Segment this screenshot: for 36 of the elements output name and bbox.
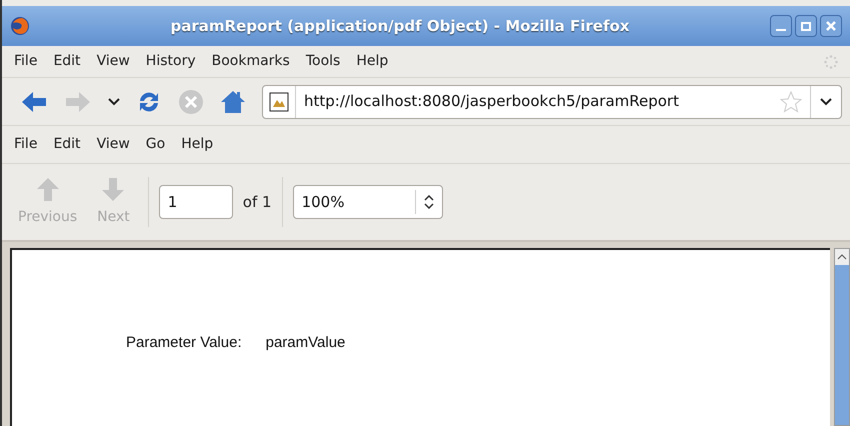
history-dropdown-icon[interactable] — [108, 98, 120, 106]
menu-item[interactable]: Help — [181, 134, 214, 155]
close-x-icon — [826, 21, 836, 31]
menu-item[interactable]: Bookmarks — [212, 51, 290, 72]
firefox-logo-icon — [10, 16, 30, 36]
menu-item[interactable]: History — [146, 51, 196, 72]
page-image-icon — [269, 92, 289, 112]
parameter-value: paramValue — [266, 333, 346, 353]
up-arrow-icon — [36, 176, 60, 202]
minimize-button[interactable] — [770, 15, 792, 37]
window-title: paramReport (application/pdf Object) - Mozilla Firefox — [170, 16, 630, 37]
url-bar[interactable]: http://localhost:8080/jasperbookch5/paramReport — [262, 84, 842, 118]
close-button[interactable] — [820, 15, 842, 37]
zoom-select[interactable]: 100% — [292, 185, 443, 219]
page-count-label: of 1 — [242, 192, 272, 213]
bookmark-star-icon[interactable] — [780, 90, 802, 112]
menu-item[interactable]: Tools — [306, 51, 340, 72]
url-text: http://localhost:8080/jasperbookch5/paramReport — [303, 91, 680, 112]
maximize-button[interactable] — [795, 15, 817, 37]
parameter-label: Parameter Value: — [126, 333, 242, 353]
menu-item[interactable]: Go — [146, 134, 166, 155]
menu-item[interactable]: View — [96, 134, 130, 155]
menu-item[interactable]: File — [14, 134, 38, 155]
menu-item[interactable]: Help — [356, 51, 388, 72]
loading-throbber-icon — [824, 54, 838, 68]
menu-item[interactable]: Edit — [53, 51, 81, 72]
spinner-arrows-icon — [424, 195, 434, 209]
home-icon[interactable] — [220, 88, 246, 114]
back-arrow-icon[interactable] — [20, 90, 48, 114]
caret-icon — [820, 98, 832, 106]
vertical-scrollbar[interactable] — [834, 248, 850, 426]
menu-item[interactable]: Edit — [53, 134, 81, 155]
menu-item[interactable]: File — [14, 51, 38, 72]
down-arrow-icon — [101, 176, 126, 202]
page-number-field[interactable]: 1 — [158, 185, 233, 219]
menu-item[interactable]: View — [96, 51, 130, 72]
